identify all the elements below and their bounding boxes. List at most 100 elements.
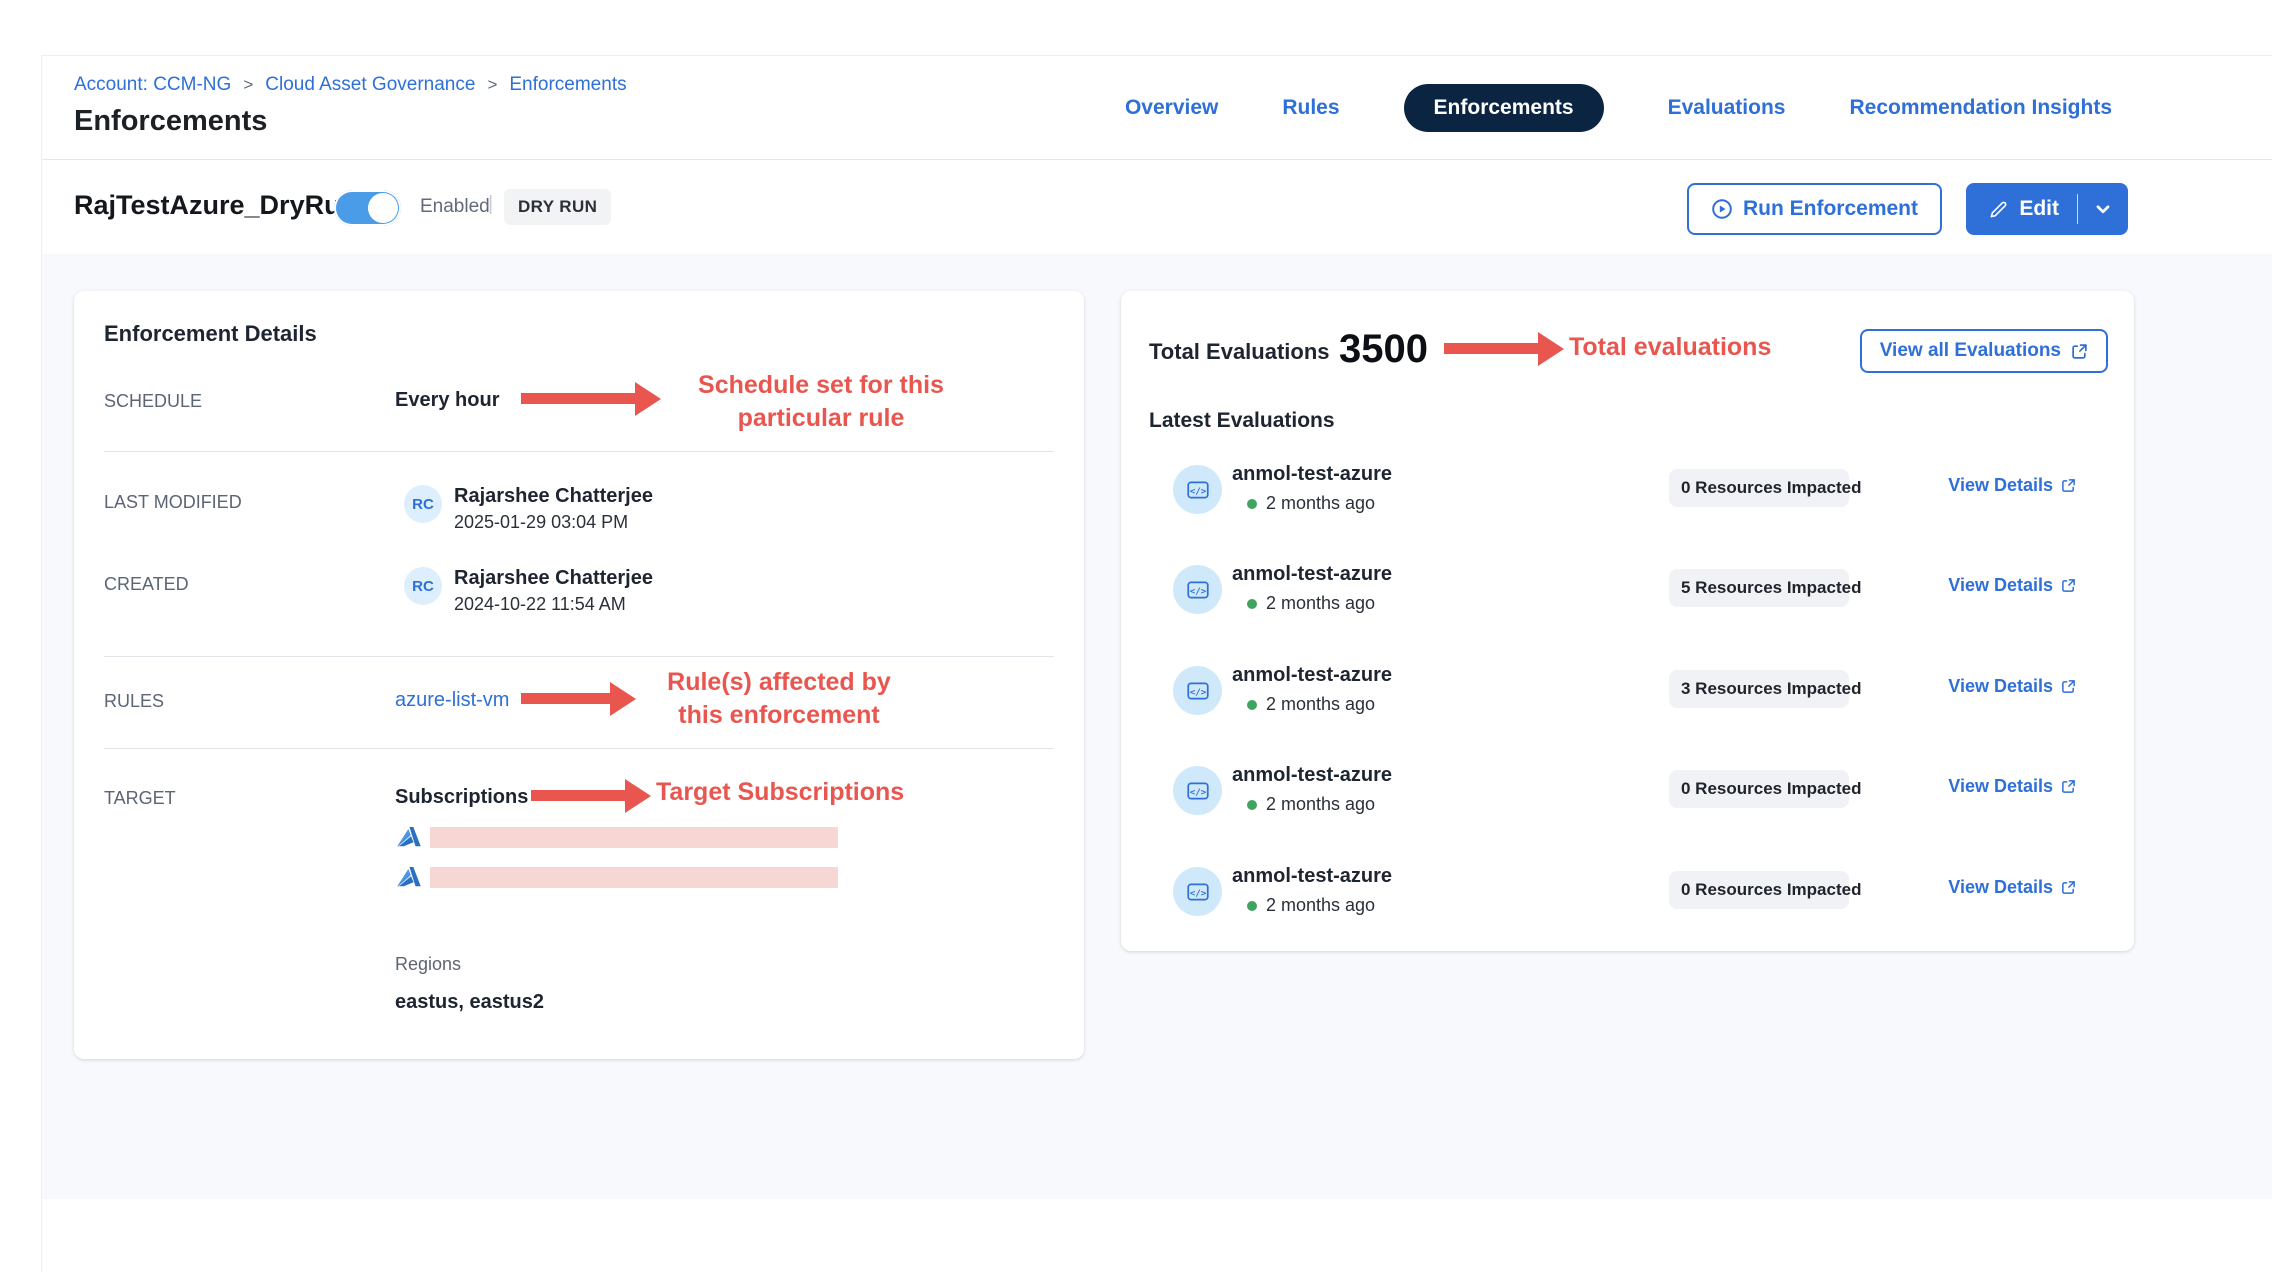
tab-recommendation-insights[interactable]: Recommendation Insights — [1849, 96, 2112, 120]
status-separator: | — [488, 193, 493, 216]
svg-text:</>: </> — [1189, 786, 1206, 797]
breadcrumb: Account: CCM-NG > Cloud Asset Governance… — [74, 74, 627, 96]
chevron-down-icon — [2094, 200, 2112, 218]
enabled-toggle[interactable] — [334, 190, 401, 226]
run-enforcement-label: Run Enforcement — [1743, 197, 1918, 221]
rules-annotation-arrow — [521, 693, 611, 704]
azure-icon — [396, 824, 422, 850]
last-modified-label: LAST MODIFIED — [104, 492, 242, 513]
edit-label: Edit — [2019, 197, 2059, 221]
screen: Account: CCM-NG > Cloud Asset Governance… — [0, 0, 2272, 1272]
schedule-value: Every hour — [395, 389, 499, 412]
breadcrumb-account-link[interactable]: Account: CCM-NG — [74, 74, 231, 96]
status-dot — [1247, 800, 1257, 810]
last-modified-name: Rajarshee Chatterjee — [454, 485, 653, 508]
svg-text:</>: </> — [1189, 686, 1206, 697]
evaluation-time: 2 months ago — [1266, 593, 1375, 614]
enforcement-details-card: Enforcement Details SCHEDULE Every hour … — [74, 291, 1084, 1059]
pencil-icon — [1988, 199, 2009, 220]
app-frame: Account: CCM-NG > Cloud Asset Governance… — [41, 55, 2272, 1272]
section-divider — [104, 748, 1054, 749]
evaluation-time: 2 months ago — [1266, 694, 1375, 715]
evaluation-name: anmol-test-azure — [1232, 563, 1392, 586]
target-label: TARGET — [104, 788, 176, 809]
view-details-label: View Details — [1948, 676, 2053, 697]
view-all-evaluations-button[interactable]: View all Evaluations — [1860, 329, 2108, 373]
breadcrumb-enforcements-link[interactable]: Enforcements — [509, 74, 626, 96]
script-icon: </> — [1173, 565, 1222, 614]
evaluation-row: </> anmol-test-azure 2 months ago 0 Reso… — [1121, 843, 2134, 939]
view-details-label: View Details — [1948, 575, 2053, 596]
created-name: Rajarshee Chatterjee — [454, 567, 653, 590]
evaluation-name: anmol-test-azure — [1232, 664, 1392, 687]
target-annotation: Target Subscriptions — [656, 776, 986, 809]
resources-impacted-badge: 0 Resources Impacted — [1669, 469, 1849, 507]
view-details-link[interactable]: View Details — [1948, 475, 2076, 496]
breadcrumb-separator: > — [243, 75, 253, 95]
latest-evaluations-label: Latest Evaluations — [1149, 409, 1335, 433]
run-enforcement-button[interactable]: Run Enforcement — [1687, 183, 1942, 235]
schedule-label: SCHEDULE — [104, 391, 202, 412]
schedule-annotation-arrow — [521, 393, 636, 404]
svg-text:</>: </> — [1189, 485, 1206, 496]
script-icon: </> — [1173, 666, 1222, 715]
edit-button[interactable]: Edit — [1966, 197, 2077, 221]
target-type: Subscriptions — [395, 786, 528, 809]
resources-impacted-badge: 5 Resources Impacted — [1669, 569, 1849, 607]
view-details-link[interactable]: View Details — [1948, 776, 2076, 797]
regions-label: Regions — [395, 954, 461, 975]
breadcrumb-governance-link[interactable]: Cloud Asset Governance — [265, 74, 475, 96]
edit-split-button[interactable]: Edit — [1966, 183, 2128, 235]
resources-impacted-badge: 0 Resources Impacted — [1669, 871, 1849, 909]
created-label: CREATED — [104, 574, 189, 595]
view-details-link[interactable]: View Details — [1948, 575, 2076, 596]
script-icon: </> — [1173, 766, 1222, 815]
details-title: Enforcement Details — [104, 321, 317, 347]
created-date: 2024-10-22 11:54 AM — [454, 594, 626, 615]
evaluations-card: Total Evaluations 3500 Total evaluations… — [1121, 291, 2134, 951]
avatar: RC — [404, 567, 442, 605]
status-dot — [1247, 700, 1257, 710]
evaluation-name: anmol-test-azure — [1232, 865, 1392, 888]
external-link-icon — [2061, 578, 2076, 593]
evaluation-row: </> anmol-test-azure 2 months ago 0 Reso… — [1121, 441, 2134, 537]
evaluation-row: </> anmol-test-azure 2 months ago 5 Reso… — [1121, 541, 2134, 637]
azure-icon — [396, 864, 422, 890]
external-link-icon — [2061, 779, 2076, 794]
total-evaluations-label: Total Evaluations — [1149, 339, 1330, 365]
breadcrumb-separator: > — [487, 75, 497, 95]
tab-enforcements[interactable]: Enforcements — [1404, 84, 1604, 132]
view-all-evaluations-label: View all Evaluations — [1880, 340, 2061, 362]
evaluation-time: 2 months ago — [1266, 794, 1375, 815]
section-divider — [104, 656, 1054, 657]
external-link-icon — [2071, 343, 2088, 360]
status-dot — [1247, 901, 1257, 911]
dry-run-badge: DRY RUN — [504, 189, 611, 225]
edit-more-button[interactable] — [2078, 200, 2128, 218]
svg-text:</>: </> — [1189, 887, 1206, 898]
enabled-label: Enabled — [420, 196, 490, 218]
view-details-link[interactable]: View Details — [1948, 877, 2076, 898]
total-evaluations-value: 3500 — [1339, 327, 1428, 372]
section-divider — [104, 451, 1054, 452]
regions-value: eastus, eastus2 — [395, 991, 544, 1014]
evaluation-time: 2 months ago — [1266, 493, 1375, 514]
total-annotation: Total evaluations — [1569, 331, 1859, 364]
external-link-icon — [2061, 679, 2076, 694]
subscription-row — [396, 864, 838, 890]
page-title: Enforcements — [74, 105, 267, 138]
evaluation-row: </> anmol-test-azure 2 months ago 3 Reso… — [1121, 642, 2134, 738]
rule-link[interactable]: azure-list-vm — [395, 689, 509, 712]
external-link-icon — [2061, 880, 2076, 895]
subscription-row — [396, 824, 838, 850]
schedule-annotation: Schedule set for this particular rule — [661, 369, 981, 435]
view-details-link[interactable]: View Details — [1948, 676, 2076, 697]
view-details-label: View Details — [1948, 776, 2053, 797]
rules-label: RULES — [104, 691, 164, 712]
script-icon: </> — [1173, 465, 1222, 514]
status-dot — [1247, 599, 1257, 609]
tab-overview[interactable]: Overview — [1125, 96, 1218, 120]
avatar: RC — [404, 485, 442, 523]
tab-rules[interactable]: Rules — [1282, 96, 1339, 120]
tab-evaluations[interactable]: Evaluations — [1668, 96, 1786, 120]
